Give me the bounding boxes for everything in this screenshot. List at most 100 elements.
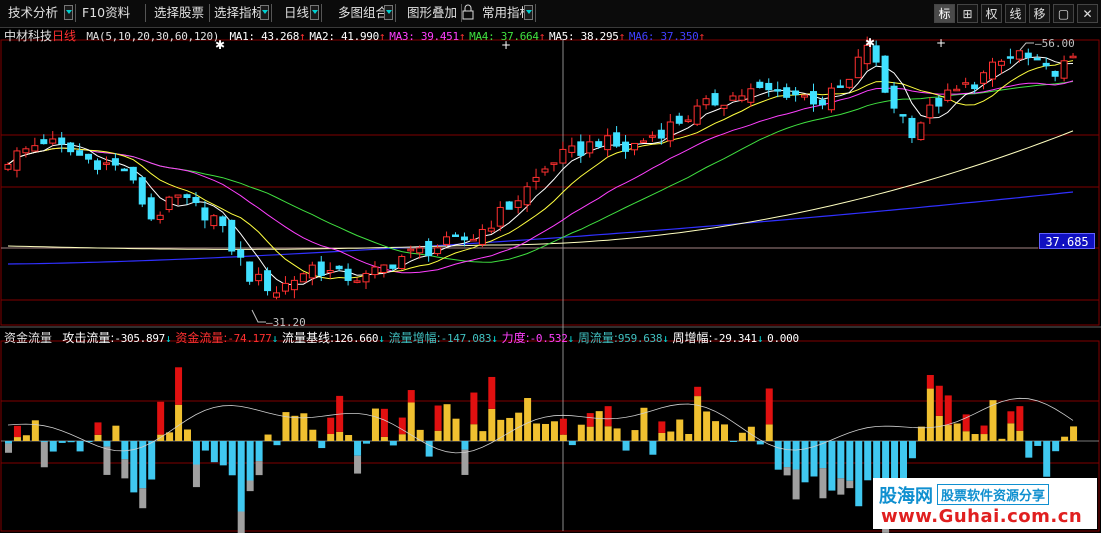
- candle-up: [174, 194, 182, 198]
- flow-bar-extra: [139, 488, 147, 509]
- flow-bar-extra: [658, 421, 666, 433]
- candle-up: [487, 227, 495, 232]
- flow-bar-extra: [470, 392, 478, 425]
- flow-bar-negative: [228, 441, 236, 476]
- candle-down: [1024, 52, 1032, 58]
- candle-up: [729, 95, 737, 101]
- candle-down: [264, 270, 272, 292]
- flow-bar-positive: [398, 434, 406, 441]
- flow-bar-positive: [371, 408, 379, 441]
- candle-down: [657, 129, 665, 139]
- flow-bar-positive: [721, 424, 728, 441]
- candle-down: [792, 90, 800, 96]
- flow-bar-negative: [1025, 441, 1033, 458]
- flow-bar-extra: [192, 464, 200, 488]
- flow-bar-extra: [783, 467, 791, 476]
- flow-bar-positive: [1070, 426, 1078, 441]
- flow-bar-positive: [291, 415, 299, 441]
- candle-up: [22, 148, 30, 154]
- flow-bar-negative: [354, 441, 362, 456]
- candle-down: [183, 194, 191, 198]
- flow-bar-negative: [425, 441, 433, 457]
- flow-bar-extra: [559, 418, 567, 435]
- flow-values: 攻击流量:-305.897↓ 资金流量:-74.177↓ 流量基线:126.660↓…: [62, 331, 802, 345]
- candle-up: [13, 150, 21, 171]
- flow-bar-negative: [273, 441, 281, 446]
- flow-bar-negative: [201, 441, 209, 451]
- flow-bar-negative: [828, 441, 836, 491]
- flow-value-1: 资金流量:-74.177↓: [175, 331, 278, 345]
- candle-up: [371, 266, 379, 276]
- flow-bar-extra: [40, 441, 48, 468]
- candle-up: [604, 135, 612, 151]
- flow-bar-negative: [622, 441, 630, 451]
- flow-bar-positive: [685, 433, 693, 441]
- flow-bar-negative: [908, 441, 916, 459]
- flow-bar-positive: [112, 425, 120, 441]
- candle-down: [881, 55, 889, 93]
- flow-bar-positive: [631, 430, 639, 441]
- flow-bar-negative: [139, 441, 147, 489]
- candle-up: [631, 142, 638, 151]
- candle-down: [1051, 70, 1059, 77]
- watermark-slogan: 股票软件资源分享: [937, 484, 1050, 505]
- candle-down: [810, 91, 817, 105]
- candle-down: [246, 261, 254, 282]
- candle-down: [138, 177, 146, 205]
- flow-bar-negative: [864, 441, 872, 481]
- ma2-line: [7, 60, 1074, 280]
- candle-down: [219, 216, 227, 227]
- flow-value-6: 周增幅:-29.341↓: [672, 331, 764, 345]
- high-marker: [1019, 42, 1034, 51]
- flow-bar-extra: [944, 395, 952, 426]
- flow-bar-extra: [354, 455, 362, 474]
- flow-bar-negative: [148, 441, 156, 480]
- candle-up: [989, 61, 996, 80]
- candle-down: [595, 141, 603, 148]
- flow-bar-negative: [801, 441, 809, 483]
- flow-bar-negative: [219, 441, 227, 466]
- candle-up: [666, 121, 674, 142]
- candle-up: [1069, 55, 1077, 59]
- flow-bar-negative: [568, 441, 576, 446]
- flow-bar-positive: [738, 432, 746, 441]
- ma-value-6: MA6: 37.350↑: [628, 30, 705, 43]
- candle-up: [586, 141, 594, 154]
- flow-bar-positive: [13, 437, 21, 441]
- candle-up: [273, 292, 280, 298]
- candle-down: [76, 150, 84, 156]
- flow-value-2: 流量基线:126.660↓: [281, 331, 385, 345]
- candle-down: [317, 261, 325, 276]
- flow-value-0: 攻击流量:-305.897↓: [62, 331, 172, 345]
- flow-bar-negative: [774, 441, 782, 470]
- candle-up: [31, 145, 39, 152]
- candle-down: [67, 142, 75, 153]
- ma-values: MA1: 43.268↑ MA2: 41.990↑ MA3: 39.451↑ MA4:…: [229, 30, 708, 43]
- flow-bar-positive: [488, 408, 496, 441]
- flow-bar-negative: [363, 441, 370, 444]
- star-marker: ✱: [865, 36, 875, 50]
- candle-up: [827, 87, 835, 111]
- ma-value-1: MA1: 43.268↑: [229, 30, 306, 43]
- candle-down: [774, 89, 782, 92]
- candle-up: [308, 264, 316, 279]
- flow-bar-negative: [103, 441, 111, 447]
- candle-up: [747, 88, 755, 103]
- candle-up: [362, 272, 370, 283]
- period-label: 日线: [52, 29, 77, 43]
- candle-up: [980, 72, 988, 84]
- flow-bar-positive: [971, 434, 979, 441]
- candle-up: [290, 279, 298, 291]
- candle-up: [997, 60, 1005, 66]
- flow-bar-extra: [398, 417, 406, 435]
- flow-bar-extra: [980, 425, 988, 435]
- candle-down: [1033, 57, 1041, 61]
- candle-down: [40, 139, 48, 145]
- flow-bar-extra: [604, 406, 612, 427]
- candle-up: [398, 256, 406, 270]
- flow-bar-positive: [533, 423, 541, 441]
- flow-bar-extra: [694, 386, 702, 397]
- candle-down: [836, 85, 844, 88]
- candle-up: [523, 186, 531, 206]
- flow-bar-extra: [237, 511, 245, 533]
